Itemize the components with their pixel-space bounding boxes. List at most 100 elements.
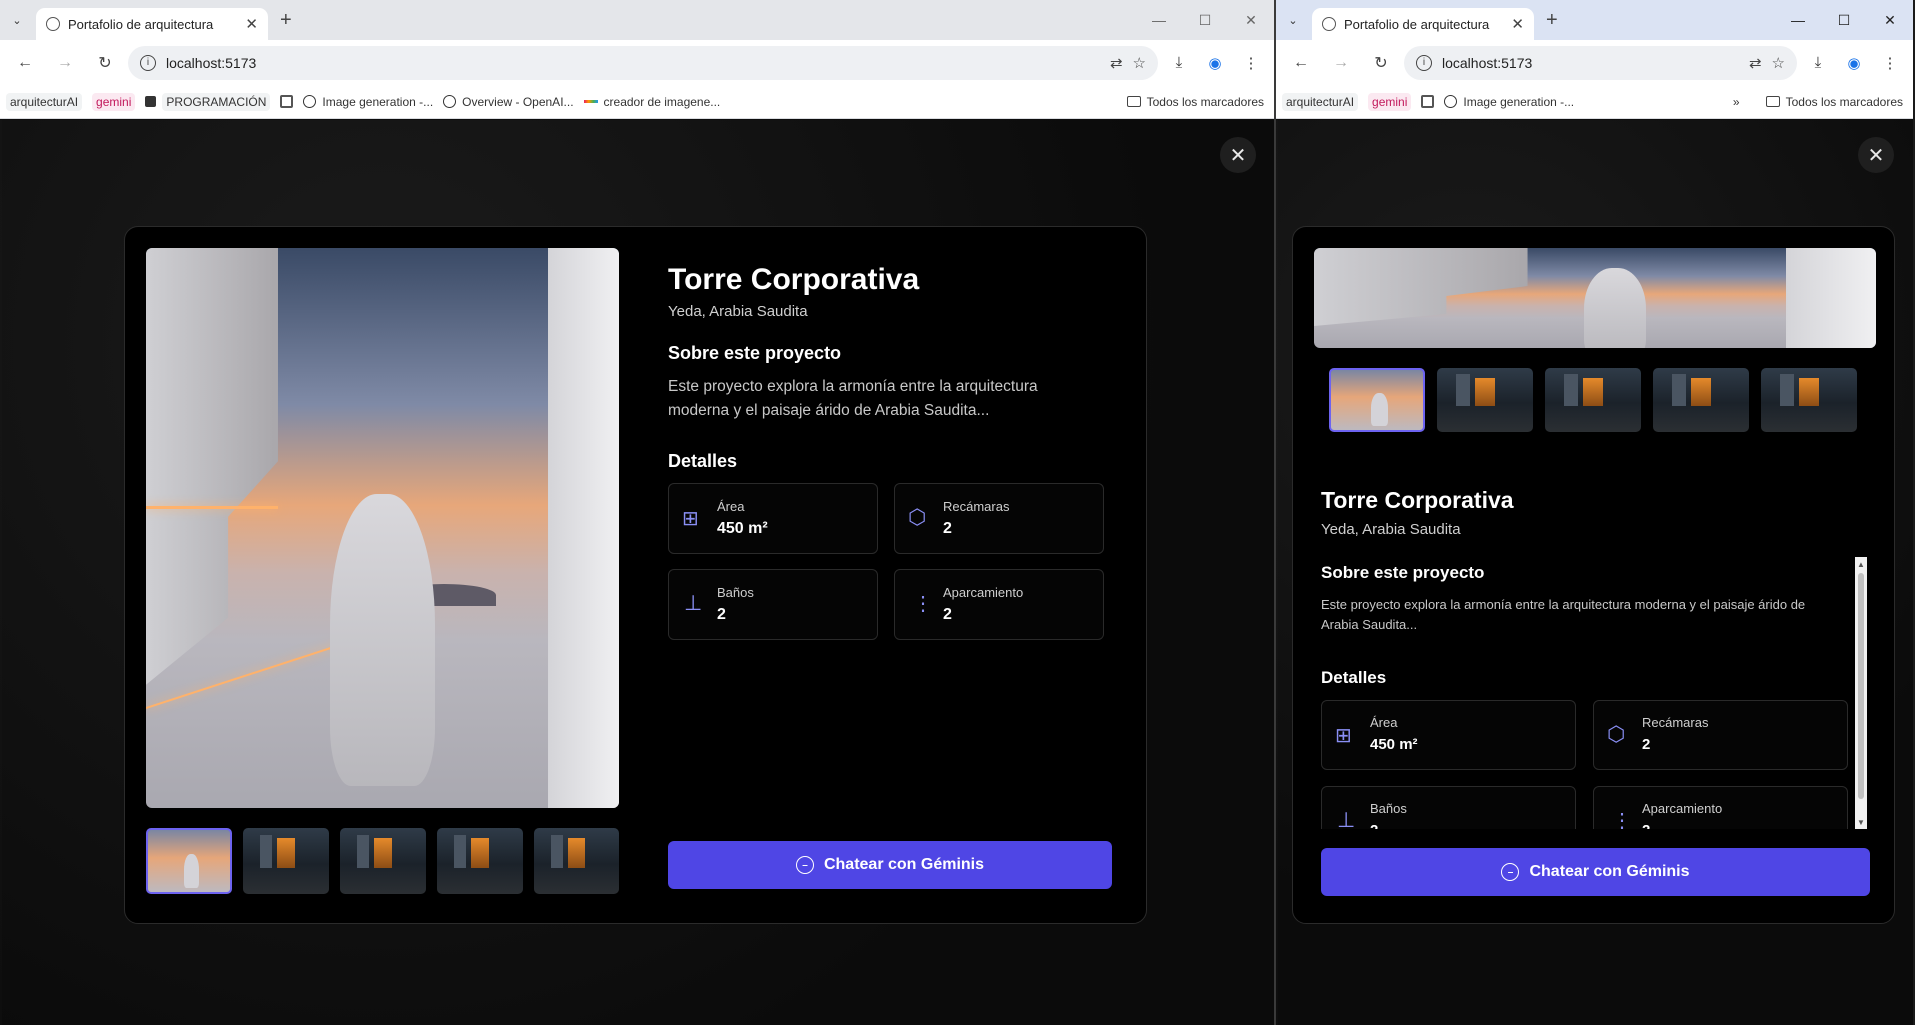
bookmark-arquitecturai[interactable]: arquitecturAI	[1282, 92, 1359, 111]
close-tab-icon[interactable]: ✕	[245, 15, 258, 33]
tab-search-button[interactable]: ⌄	[6, 9, 28, 31]
grid-icon	[280, 95, 294, 108]
translate-icon[interactable]: ⇄	[1110, 54, 1123, 72]
bookmarks-bar: arquitecturAI gemini Image generation -.…	[1276, 85, 1913, 119]
detail-value: 2	[943, 520, 952, 537]
url-field[interactable]: i localhost:5173 ⇄ ☆	[1404, 45, 1797, 80]
thumbnail-1[interactable]	[1329, 368, 1425, 432]
globe-icon	[1322, 17, 1336, 31]
thumbnail-5[interactable]	[534, 828, 619, 894]
reload-button[interactable]: ↻	[88, 46, 122, 80]
details-heading: Detalles	[668, 451, 738, 471]
thumbnail-2[interactable]	[243, 828, 329, 894]
new-tab-button[interactable]: +	[280, 9, 292, 32]
detail-label: Baños	[1370, 801, 1407, 816]
thumbnail-4[interactable]	[437, 828, 523, 894]
download-icon[interactable]: ⤓	[1803, 48, 1833, 78]
thumbnail-2[interactable]	[1437, 368, 1533, 432]
new-tab-button[interactable]: +	[1546, 9, 1558, 32]
thumbnail-3[interactable]	[340, 828, 426, 894]
download-icon[interactable]: ⤓	[1164, 48, 1194, 78]
back-button[interactable]: ←	[8, 46, 42, 80]
detail-card-parking: ⋮ Aparcamiento 2	[894, 569, 1104, 640]
translate-icon[interactable]: ⇄	[1749, 54, 1762, 72]
bookmark-image-generation[interactable]: Image generation -...	[303, 95, 433, 109]
forward-button[interactable]: →	[48, 46, 82, 80]
bookmark-image-generation[interactable]: Image generation -...	[1444, 95, 1574, 109]
thumbnail-5[interactable]	[1761, 368, 1857, 432]
maximize-button[interactable]: ☐	[1821, 0, 1867, 40]
thumbnail-1[interactable]	[146, 828, 232, 894]
detail-label: Baños	[717, 585, 754, 600]
close-modal-button[interactable]: ✕	[1858, 137, 1894, 173]
browser-window-right: ⌄ Portafolio de arquitectura ✕ + — ☐ ✕ ←…	[1276, 0, 1913, 1025]
detail-card-bathrooms: ⊥ Baños 2	[668, 569, 878, 640]
menu-icon[interactable]: ⋮	[1236, 48, 1266, 78]
close-tab-icon[interactable]: ✕	[1511, 15, 1524, 33]
project-description: Este proyecto explora la armonía entre l…	[1321, 597, 1806, 633]
column-shape	[1786, 248, 1876, 348]
address-bar: ← → ↻ i localhost:5173 ⇄ ☆ ⤓ ◉ ⋮	[1276, 40, 1913, 85]
area-icon: ⊞	[682, 508, 699, 530]
details-scroll-area[interactable]: Sobre este proyecto Este proyecto explor…	[1321, 557, 1851, 829]
chat-gemini-button[interactable]: – Chatear con Géminis	[1321, 848, 1870, 896]
profile-icon[interactable]: ◉	[1200, 48, 1230, 78]
profile-icon[interactable]: ◉	[1839, 48, 1869, 78]
menu-icon[interactable]: ⋮	[1875, 48, 1905, 78]
tab-portfolio[interactable]: Portafolio de arquitectura ✕	[36, 8, 268, 40]
chat-gemini-button[interactable]: – Chatear con Géminis	[668, 841, 1112, 889]
details-heading: Detalles	[1321, 668, 1387, 687]
bookmark-arquitecturai[interactable]: arquitecturAI	[6, 92, 83, 111]
all-bookmarks[interactable]: » Todos los marcadores	[1724, 94, 1903, 109]
openai-icon	[443, 95, 457, 108]
maximize-button[interactable]: ☐	[1182, 0, 1228, 40]
reload-button[interactable]: ↻	[1364, 46, 1398, 80]
site-info-icon[interactable]: i	[140, 54, 156, 71]
bookmark-gemini[interactable]: gemini	[92, 92, 136, 111]
project-modal: Torre Corporativa Yeda, Arabia Saudita S…	[124, 226, 1147, 924]
apps-icon[interactable]	[1421, 95, 1435, 108]
url-text: localhost:5173	[1442, 54, 1533, 71]
scrollbar-thumb[interactable]	[1858, 573, 1864, 799]
bookmark-programacion[interactable]: PROGRAMACIÓN	[145, 92, 271, 111]
project-main-image[interactable]	[146, 248, 619, 808]
bookmark-gemini[interactable]: gemini	[1368, 92, 1412, 111]
thumbnail-4[interactable]	[1653, 368, 1749, 432]
close-window-button[interactable]: ✕	[1867, 0, 1913, 40]
star-icon[interactable]: ☆	[1133, 54, 1146, 72]
bookmark-overview-openai[interactable]: Overview - OpenAI...	[443, 95, 574, 109]
bookmark-label: PROGRAMACIÓN	[162, 92, 271, 111]
detail-card-area: ⊞ Área 450 m²	[668, 483, 878, 554]
tab-search-button[interactable]: ⌄	[1282, 9, 1304, 31]
back-button[interactable]: ←	[1284, 46, 1318, 80]
detail-value: 2	[943, 606, 952, 623]
tab-portfolio[interactable]: Portafolio de arquitectura ✕	[1312, 8, 1534, 40]
close-modal-button[interactable]: ✕	[1220, 137, 1256, 173]
bookmark-creador-imagenes[interactable]: creador de imagene...	[583, 95, 720, 109]
thumbnail-3[interactable]	[1545, 368, 1641, 432]
all-bookmarks-label: Todos los marcadores	[1785, 94, 1903, 109]
minimize-button[interactable]: —	[1775, 0, 1821, 40]
scroll-down-icon[interactable]: ▼	[1855, 815, 1867, 829]
wall-shape	[1314, 248, 1528, 326]
details-scrollbar[interactable]: ▲ ▼	[1855, 557, 1867, 829]
all-bookmarks[interactable]: Todos los marcadores	[1118, 94, 1264, 109]
close-window-button[interactable]: ✕	[1228, 0, 1274, 40]
url-text: localhost:5173	[166, 54, 257, 71]
bath-icon: ⊥	[684, 592, 703, 615]
project-main-image[interactable]	[1314, 248, 1876, 348]
minimize-button[interactable]: —	[1136, 0, 1182, 40]
overflow-chevron-icon[interactable]: »	[1733, 95, 1740, 109]
project-title: Torre Corporativa	[668, 263, 920, 296]
project-location: Yeda, Arabia Saudita	[668, 303, 808, 320]
star-icon[interactable]: ☆	[1772, 54, 1785, 72]
project-location: Yeda, Arabia Saudita	[1321, 521, 1461, 538]
detail-label: Recámaras	[1642, 715, 1709, 730]
scroll-up-icon[interactable]: ▲	[1855, 557, 1867, 571]
forward-button[interactable]: →	[1324, 46, 1358, 80]
url-field[interactable]: i localhost:5173 ⇄ ☆	[128, 45, 1158, 80]
screen: ⌄ Portafolio de arquitectura ✕ + — ☐ ✕ ←…	[0, 0, 1915, 1025]
project-modal: Torre Corporativa Yeda, Arabia Saudita S…	[1292, 226, 1895, 924]
site-info-icon[interactable]: i	[1416, 54, 1432, 71]
apps-icon[interactable]	[280, 95, 294, 108]
